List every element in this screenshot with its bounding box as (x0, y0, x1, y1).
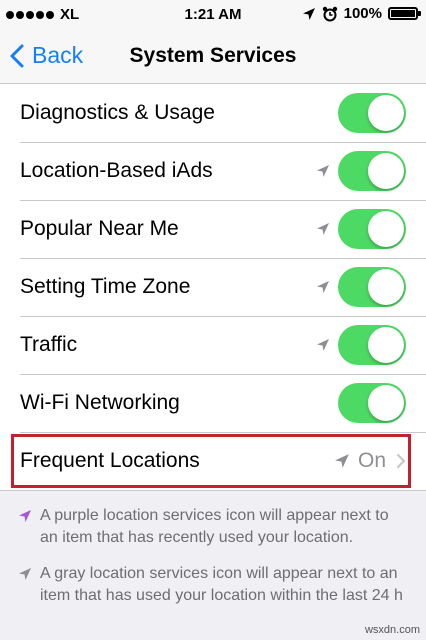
list-item: Popular Near Me (0, 200, 426, 258)
alarm-clock-icon (322, 6, 337, 21)
toggle-switch[interactable] (338, 267, 406, 307)
toggle-switch[interactable] (338, 209, 406, 249)
battery-fill (391, 10, 415, 17)
location-arrow-icon (316, 222, 330, 236)
location-arrow-icon (316, 164, 330, 178)
row-label: Setting Time Zone (20, 275, 191, 298)
toggle-switch[interactable] (338, 151, 406, 191)
purple-location-arrow-icon (18, 505, 40, 549)
list-item: Location-Based iAds (0, 142, 426, 200)
gray-note-text: A gray location services icon will appea… (40, 565, 403, 604)
location-arrow-icon (334, 453, 350, 469)
purple-note-text: A purple location services icon will app… (40, 507, 389, 546)
row-label: Frequent Locations (20, 449, 200, 472)
row-value: On (357, 449, 386, 472)
row-label: Popular Near Me (20, 217, 179, 240)
row-label: Traffic (20, 333, 78, 356)
gray-note: A gray location services icon will appea… (0, 563, 426, 607)
row-label: Wi-Fi Networking (20, 391, 180, 414)
page-title: System Services (129, 44, 297, 67)
list-item: Traffic (0, 316, 426, 374)
services-list: Diagnostics & Usage Location-Based iAds … (0, 84, 426, 491)
battery-icon (388, 7, 421, 20)
list-item: Setting Time Zone (0, 258, 426, 316)
gray-location-arrow-icon (18, 563, 40, 607)
battery-percent: 100% (343, 5, 382, 22)
footer-notes: A purple location services icon will app… (0, 505, 426, 621)
frequent-locations-row[interactable]: Frequent Locations On (0, 432, 426, 490)
row-label: Location-Based iAds (20, 159, 213, 182)
toggle-switch[interactable] (338, 383, 406, 423)
location-arrow-icon (316, 338, 330, 352)
toggle-switch[interactable] (338, 325, 406, 365)
location-arrow-icon (302, 7, 315, 20)
status-bar: XL 1:21 AM 100% (0, 0, 426, 30)
status-right: 100% (302, 5, 421, 22)
navigation-bar: Back System Services (0, 30, 426, 84)
watermark: wsxdn.com (364, 624, 420, 636)
purple-note: A purple location services icon will app… (0, 505, 426, 549)
list-item: Wi-Fi Networking (0, 374, 426, 432)
location-arrow-icon (316, 280, 330, 294)
row-label: Diagnostics & Usage (20, 101, 215, 124)
chevron-right-icon (396, 453, 406, 469)
toggle-switch[interactable] (338, 93, 406, 133)
list-item: Diagnostics & Usage (0, 84, 426, 142)
